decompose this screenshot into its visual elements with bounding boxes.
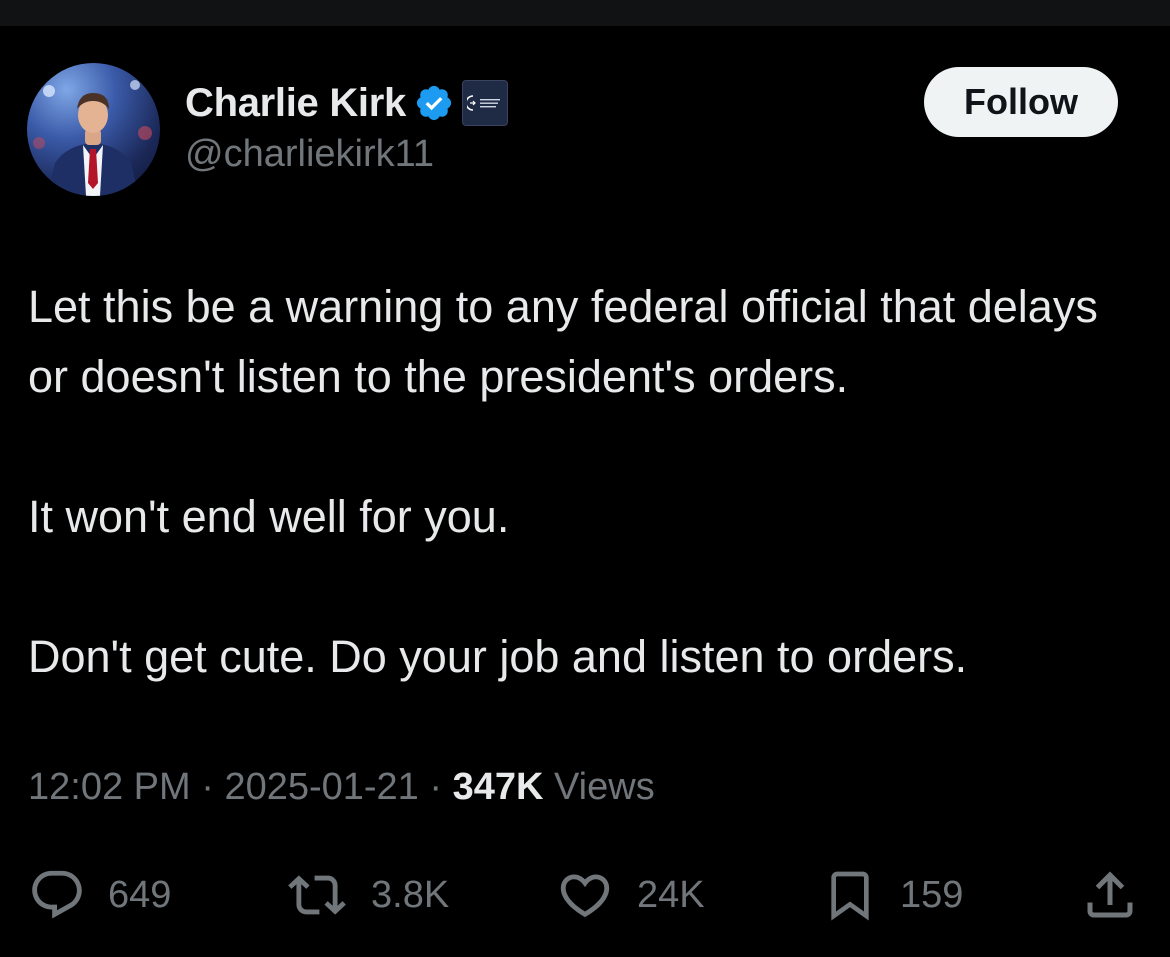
top-strip xyxy=(0,0,1170,26)
repost-button[interactable]: 3.8K xyxy=(285,860,449,930)
repost-icon xyxy=(288,875,346,915)
author-name-row: Charlie Kirk xyxy=(185,78,508,128)
verified-badge-icon xyxy=(416,85,452,121)
follow-button[interactable]: Follow xyxy=(924,67,1118,137)
reply-count: 649 xyxy=(108,873,172,916)
like-button[interactable]: 24K xyxy=(555,860,705,930)
repost-count: 3.8K xyxy=(371,873,450,916)
views-count: 347K xyxy=(452,766,544,808)
bookmark-count: 159 xyxy=(900,873,964,916)
tweet-paragraph-1: Let this be a warning to any federal off… xyxy=(28,281,1098,402)
tweet-date[interactable]: 2025-01-21 xyxy=(224,766,418,808)
bookmark-button[interactable]: 159 xyxy=(822,860,963,930)
avatar[interactable] xyxy=(27,63,160,196)
tweet-paragraph-2: It won't end well for you. xyxy=(28,491,510,542)
action-bar: 649 3.8K 24K 159 xyxy=(0,860,1170,930)
meta-separator: · xyxy=(429,766,443,808)
affiliate-badge[interactable] xyxy=(461,80,508,126)
turning-point-logo-icon xyxy=(466,95,500,111)
tweet-meta: 12:02 PM · 2025-01-21 · 347K Views xyxy=(28,766,655,809)
reply-button[interactable]: 649 xyxy=(28,860,171,930)
views-label: Views xyxy=(554,766,655,808)
like-count: 24K xyxy=(637,873,705,916)
display-name[interactable]: Charlie Kirk xyxy=(185,81,406,126)
avatar-image xyxy=(33,80,152,196)
share-icon xyxy=(1087,871,1133,918)
author-handle[interactable]: @charliekirk11 xyxy=(185,133,434,176)
heart-icon xyxy=(560,874,610,918)
tweet-text: Let this be a warning to any federal off… xyxy=(28,272,1148,692)
tweet-time[interactable]: 12:02 PM xyxy=(28,766,191,808)
meta-separator: · xyxy=(201,766,214,808)
bookmark-icon xyxy=(831,871,869,921)
reply-icon xyxy=(32,870,82,919)
tweet-paragraph-3: Don't get cute. Do your job and listen t… xyxy=(28,631,968,682)
share-button[interactable] xyxy=(1080,860,1140,930)
